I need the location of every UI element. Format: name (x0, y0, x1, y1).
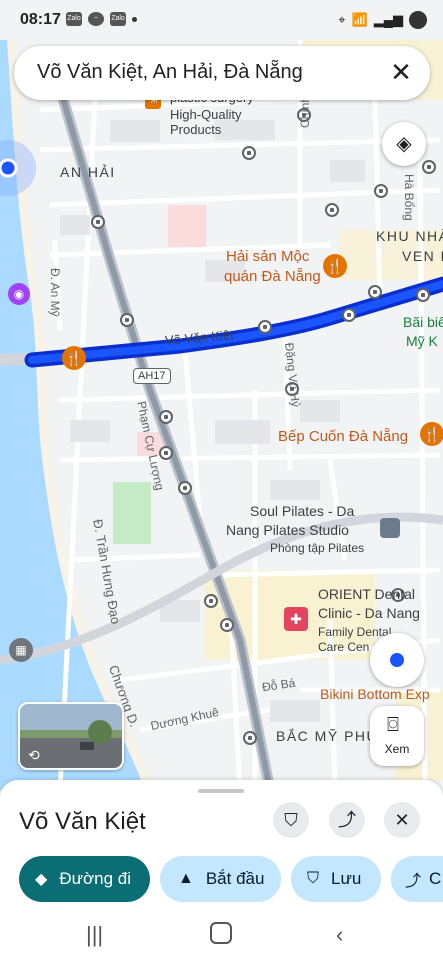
bookmark-icon: ⛉ (307, 870, 320, 887)
view-label: Xem (384, 742, 410, 756)
bus-stop-icon[interactable] (368, 285, 382, 299)
street-label-ha-bong: Hà Bổng (402, 174, 416, 221)
close-icon[interactable]: ✕ (386, 58, 416, 88)
highway-shield: AH17 (133, 368, 171, 384)
area-label-khu-nha: KHU NHÀ (376, 228, 443, 244)
place-plastic-line2: Products (170, 122, 222, 137)
street-view-button[interactable]: ⌼ Xem (370, 706, 424, 766)
close-icon: ✕ (394, 810, 410, 830)
back-icon[interactable]: ‹ (336, 922, 343, 948)
my-location-icon (390, 653, 404, 667)
clinic-icon[interactable]: ✚ (284, 607, 308, 631)
gym-icon[interactable] (380, 518, 400, 538)
drag-handle[interactable] (198, 789, 244, 793)
system-icons: ⌖ 📶 ▂▄▆ (338, 11, 427, 29)
camera-place-icon[interactable]: ◉ (8, 283, 30, 305)
area-label-bac-my-phu: BẮC MỸ PHÚ (276, 728, 379, 744)
bus-stop-icon[interactable] (342, 308, 356, 322)
bookmark-button[interactable]: ⛉ (273, 802, 309, 838)
place-bai-bien-1[interactable]: Bãi biể (403, 314, 443, 330)
route-line (24, 276, 443, 368)
save-button[interactable]: ⛉ Lưu (291, 856, 381, 902)
bus-stop-icon[interactable] (91, 215, 105, 229)
place-title: Võ Văn Kiệt (19, 808, 146, 835)
place-marker-icon[interactable]: ▦ (9, 638, 33, 662)
layers-icon: ◈ (396, 133, 412, 155)
place-bikini-bottom[interactable]: Bikini Bottom Exp (320, 686, 430, 702)
place-soul-pilates-1[interactable]: Soul Pilates - Da (250, 503, 354, 519)
layers-button[interactable]: ◈ (382, 122, 426, 166)
notification-icons: Zalo ~ Zalo (66, 12, 137, 26)
recent-apps-icon[interactable]: ||| (86, 922, 103, 948)
search-bar[interactable]: Võ Văn Kiệt, An Hải, Đà Nẵng ✕ (14, 46, 430, 100)
messenger-icon: ~ (88, 12, 104, 26)
place-plastic-line1: High-Quality (170, 107, 242, 122)
scan-camera-icon: ⌼ (387, 714, 399, 736)
zalo-icon: Zalo (66, 12, 82, 26)
zalo-icon: Zalo (110, 12, 126, 26)
bus-stop-icon[interactable] (178, 481, 192, 495)
share-icon: ⤴ (405, 873, 422, 890)
save-label: Lưu (331, 869, 362, 888)
status-bar: 08:17 Zalo ~ Zalo ⌖ 📶 ▂▄▆ (0, 0, 443, 40)
area-label-ven: VEN H (402, 248, 443, 264)
share-label: C (429, 869, 442, 888)
street-label-an-my: Đ. An Mỹ (48, 268, 62, 317)
start-label: Bắt đầu (205, 869, 265, 888)
home-icon[interactable] (210, 922, 232, 944)
bus-stop-icon[interactable] (159, 410, 173, 424)
close-sheet-button[interactable]: ✕ (384, 802, 420, 838)
restaurant-icon[interactable]: 🍴 (323, 254, 347, 278)
status-time: 08:17 (20, 11, 61, 28)
navigation-arrow-icon: ▲ (178, 870, 194, 887)
bus-stop-icon[interactable] (242, 146, 256, 160)
place-orient-1[interactable]: ORIENT Dental (318, 586, 415, 602)
bus-stop-icon[interactable] (220, 618, 234, 632)
share-icon: ⤴ (338, 810, 356, 830)
place-soul-pilates-2[interactable]: Nang Pilates Studio (226, 522, 349, 538)
share-button[interactable]: ⤴ (329, 802, 365, 838)
place-bai-bien-2[interactable]: Mỹ K (406, 333, 438, 349)
place-hai-san-name-2[interactable]: quán Đà Nẵng (224, 268, 321, 285)
bus-stop-icon[interactable] (416, 288, 430, 302)
signal-icon: ▂▄▆ (373, 12, 403, 27)
place-hai-san-name[interactable]: Hải sản Mộc (226, 248, 309, 265)
directions-label: Đường đi (59, 869, 131, 888)
place-orient-3: Family Dental (318, 625, 392, 639)
more-notifications-icon (132, 17, 137, 22)
restaurant-icon[interactable]: 🍴 (62, 346, 86, 370)
bus-stop-icon[interactable] (422, 160, 436, 174)
place-orient-2[interactable]: Clinic - Da Nang (318, 605, 420, 621)
share-chip-button[interactable]: ⤴ C (391, 856, 443, 902)
place-soul-pilates-type: Phòng tập Pilates (270, 541, 365, 555)
place-bep-cuon[interactable]: Bếp Cuốn Đà Nẵng (278, 428, 408, 445)
location-status-icon: ⌖ (338, 12, 346, 27)
directions-button[interactable]: ◆ Đường đi (19, 856, 150, 902)
bus-stop-icon[interactable] (120, 313, 134, 327)
bus-stop-icon[interactable] (374, 184, 388, 198)
area-label-an-hai: AN HẢI (60, 164, 116, 180)
battery-icon (409, 11, 427, 29)
bus-stop-icon[interactable] (243, 731, 257, 745)
my-location-button[interactable] (370, 633, 424, 687)
bus-stop-icon[interactable] (258, 320, 272, 334)
bus-stop-icon[interactable] (204, 594, 218, 608)
start-button[interactable]: ▲ Bắt đầu (160, 856, 281, 902)
directions-icon: ◆ (35, 871, 48, 888)
bookmark-icon: ⛉ (284, 810, 298, 830)
wifi-icon: 📶 (351, 12, 368, 27)
street-view-thumbnail[interactable]: ⟲ (18, 702, 124, 770)
bus-stop-icon[interactable] (325, 203, 339, 217)
restaurant-icon[interactable]: 🍴 (420, 422, 443, 446)
360-icon: ⟲ (28, 747, 40, 763)
bus-stop-icon[interactable] (159, 446, 173, 460)
place-orient-4: Care Cen (318, 640, 370, 654)
system-nav-bar: ||| ‹ (0, 910, 443, 960)
search-query[interactable]: Võ Văn Kiệt, An Hải, Đà Nẵng (37, 61, 303, 84)
